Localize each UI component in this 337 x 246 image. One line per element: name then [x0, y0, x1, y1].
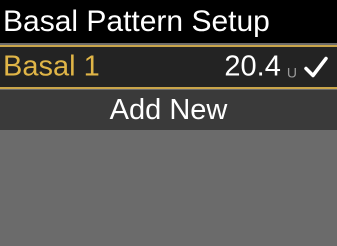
- pattern-name: Basal 1: [3, 50, 100, 83]
- checkmark-icon: [303, 54, 329, 80]
- pattern-value-group: 20.4 U: [224, 50, 329, 83]
- screen-title: Basal Pattern Setup: [3, 4, 270, 38]
- pump-screen: Basal Pattern Setup Basal 1 20.4 U Add N…: [0, 0, 337, 246]
- title-bar: Basal Pattern Setup: [0, 0, 337, 43]
- add-new-label: Add New: [109, 93, 228, 126]
- add-new-button[interactable]: Add New: [0, 90, 337, 130]
- pattern-unit: U: [286, 64, 297, 80]
- basal-pattern-row[interactable]: Basal 1 20.4 U: [0, 45, 337, 89]
- pattern-value: 20.4: [224, 50, 281, 83]
- empty-list-area: [0, 130, 337, 246]
